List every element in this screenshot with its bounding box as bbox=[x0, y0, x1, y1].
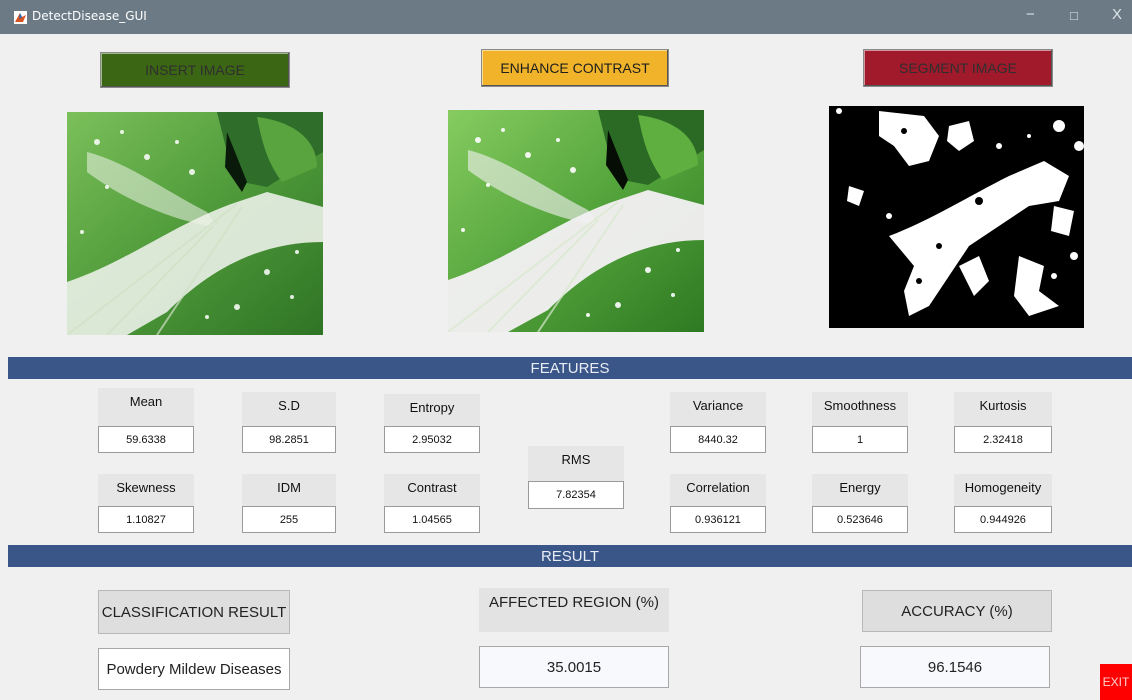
minimize-button[interactable]: − bbox=[1026, 6, 1035, 23]
affected-region-label: AFFECTED REGION (%) bbox=[479, 588, 669, 632]
result-section-header: RESULT bbox=[8, 545, 1132, 567]
classification-result-button[interactable]: CLASSIFICATION RESULT bbox=[98, 590, 290, 634]
entropy-label: Entropy bbox=[384, 394, 480, 430]
variance-field[interactable]: 8440.32 bbox=[670, 426, 766, 453]
kurtosis-label: Kurtosis bbox=[954, 392, 1052, 430]
correlation-field[interactable]: 0.936121 bbox=[670, 506, 766, 533]
skewness-label: Skewness bbox=[98, 474, 194, 510]
exit-button[interactable]: EXIT bbox=[1100, 664, 1132, 700]
rms-field[interactable]: 7.82354 bbox=[528, 481, 624, 509]
enhanced-leaf-image bbox=[448, 110, 704, 332]
energy-label: Energy bbox=[812, 474, 908, 510]
homogeneity-label: Homogeneity bbox=[954, 474, 1052, 510]
matlab-icon bbox=[14, 11, 27, 24]
rms-label: RMS bbox=[528, 446, 624, 482]
accuracy-button[interactable]: ACCURACY (%) bbox=[862, 590, 1052, 632]
segment-image-button[interactable]: SEGMENT IMAGE bbox=[863, 49, 1053, 87]
original-leaf-image bbox=[67, 112, 323, 335]
result-title: RESULT bbox=[540, 547, 600, 565]
features-title: FEATURES bbox=[530, 359, 610, 377]
accuracy-field[interactable]: 96.1546 bbox=[860, 646, 1050, 688]
classification-result-field[interactable]: Powdery Mildew Diseases bbox=[98, 648, 290, 690]
contrast-label: Contrast bbox=[384, 474, 480, 510]
smoothness-field[interactable]: 1 bbox=[812, 426, 908, 453]
homogeneity-field[interactable]: 0.944926 bbox=[954, 506, 1052, 533]
idm-label: IDM bbox=[242, 474, 336, 510]
contrast-field[interactable]: 1.04565 bbox=[384, 506, 480, 533]
insert-image-button[interactable]: INSERT IMAGE bbox=[100, 52, 290, 88]
enhance-contrast-button[interactable]: ENHANCE CONTRAST bbox=[481, 49, 669, 87]
variance-label: Variance bbox=[670, 392, 766, 430]
title-bar: DetectDisease_GUI − □ X bbox=[0, 0, 1132, 34]
smoothness-label: Smoothness bbox=[812, 392, 908, 430]
segmented-mask-image bbox=[829, 106, 1084, 328]
skewness-field[interactable]: 1.10827 bbox=[98, 506, 194, 533]
affected-region-field[interactable]: 35.0015 bbox=[479, 646, 669, 688]
features-section-header: FEATURES bbox=[8, 357, 1132, 379]
energy-field[interactable]: 0.523646 bbox=[812, 506, 908, 533]
kurtosis-field[interactable]: 2.32418 bbox=[954, 426, 1052, 453]
entropy-field[interactable]: 2.95032 bbox=[384, 426, 480, 453]
idm-field[interactable]: 255 bbox=[242, 506, 336, 533]
correlation-label: Correlation bbox=[670, 474, 766, 510]
close-button[interactable]: X bbox=[1112, 6, 1122, 23]
mean-field[interactable]: 59.6338 bbox=[98, 426, 194, 453]
insert-image-label: INSERT IMAGE bbox=[145, 62, 245, 78]
segment-image-label: SEGMENT IMAGE bbox=[899, 60, 1017, 76]
window-title: DetectDisease_GUI bbox=[32, 9, 147, 23]
enhance-contrast-label: ENHANCE CONTRAST bbox=[500, 60, 650, 76]
sd-field[interactable]: 98.2851 bbox=[242, 426, 336, 453]
maximize-button[interactable]: □ bbox=[1070, 8, 1078, 23]
